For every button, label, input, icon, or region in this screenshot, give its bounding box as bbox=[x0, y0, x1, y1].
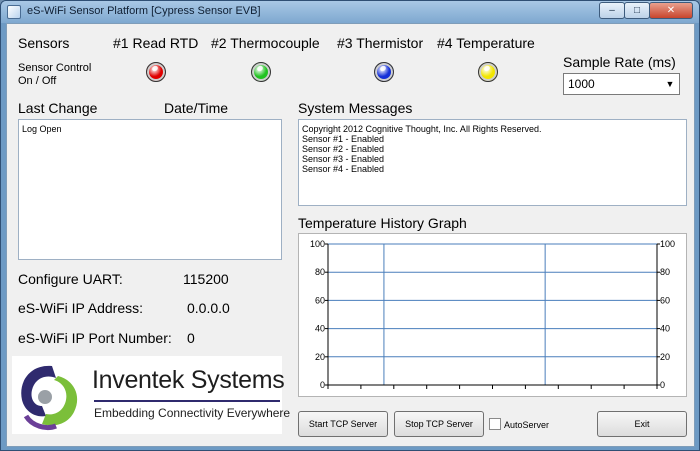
ip-address-label: eS-WiFi IP Address: bbox=[18, 300, 144, 316]
graph-y-tick-right: 40 bbox=[660, 324, 670, 334]
sensors-heading: Sensors bbox=[18, 35, 70, 51]
sensor-4-label: #4 Temperature bbox=[437, 35, 535, 51]
graph-plot: 0 0 20 20 40 40 60 60 80 80 100 100 bbox=[310, 239, 675, 390]
autoserver-checkbox[interactable] bbox=[489, 418, 501, 430]
sample-rate-select[interactable]: 1000 ▼ bbox=[563, 73, 680, 95]
app-window: eS-WiFi Sensor Platform [Cypress Sensor … bbox=[0, 0, 700, 451]
graph-y-tick-right: 20 bbox=[660, 352, 670, 362]
sensor-1-toggle-led[interactable] bbox=[146, 62, 166, 82]
graph-title: Temperature History Graph bbox=[298, 215, 467, 231]
sensor-3-label: #3 Thermistor bbox=[337, 35, 424, 51]
logo-divider bbox=[94, 400, 280, 402]
message-line: Copyright 2012 Cognitive Thought, Inc. A… bbox=[302, 124, 542, 134]
ip-port-label: eS-WiFi IP Port Number: bbox=[18, 330, 172, 346]
sensor-1-label: #1 Read RTD bbox=[113, 35, 199, 51]
graph-y-tick-left: 0 bbox=[320, 380, 325, 390]
sensor-2-toggle-led[interactable] bbox=[251, 62, 271, 82]
window-title: eS-WiFi Sensor Platform [Cypress Sensor … bbox=[27, 5, 261, 17]
stop-tcp-server-button[interactable]: Stop TCP Server bbox=[394, 411, 484, 437]
main-panel: Sensors #1 Read RTD #2 Thermocouple #3 T… bbox=[6, 23, 695, 447]
close-button[interactable]: ✕ bbox=[649, 2, 693, 19]
ip-port-value: 0 bbox=[187, 330, 195, 346]
graph-y-tick-left: 100 bbox=[310, 239, 325, 249]
uart-value: 115200 bbox=[183, 271, 229, 287]
message-line: Sensor #2 - Enabled bbox=[302, 144, 385, 154]
uart-label: Configure UART: bbox=[18, 271, 123, 287]
sample-rate-label: Sample Rate (ms) bbox=[563, 54, 676, 70]
graph-y-tick-right: 100 bbox=[660, 239, 675, 249]
sensor-4-toggle-led[interactable] bbox=[478, 62, 498, 82]
date-time-header: Date/Time bbox=[164, 100, 229, 116]
graph-y-tick-right: 60 bbox=[660, 295, 670, 305]
sensor-2-label: #2 Thermocouple bbox=[211, 35, 320, 51]
graph-y-tick-right: 0 bbox=[660, 380, 665, 390]
temperature-history-graph: 0 0 20 20 40 40 60 60 80 80 100 100 bbox=[298, 233, 687, 397]
minimize-button[interactable]: – bbox=[599, 2, 625, 19]
start-tcp-server-button[interactable]: Start TCP Server bbox=[298, 411, 388, 437]
ip-address-value: 0.0.0.0 bbox=[187, 300, 230, 316]
maximize-button[interactable]: □ bbox=[624, 2, 650, 19]
autoserver-label: AutoServer bbox=[504, 420, 550, 430]
company-logo: Inventek Systems Embedding Connectivity … bbox=[12, 356, 290, 434]
title-bar[interactable]: eS-WiFi Sensor Platform [Cypress Sensor … bbox=[1, 1, 699, 23]
log-line: Log Open bbox=[22, 124, 62, 134]
window-controls: – □ ✕ bbox=[599, 2, 693, 20]
system-messages-header: System Messages bbox=[298, 100, 413, 116]
sample-rate-value: 1000 bbox=[568, 77, 595, 91]
graph-y-tick-left: 40 bbox=[315, 324, 325, 334]
graph-y-tick-right: 80 bbox=[660, 267, 670, 277]
sensor-control-sublabel: On / Off bbox=[18, 75, 57, 87]
message-line: Sensor #1 - Enabled bbox=[302, 134, 385, 144]
company-name: Inventek Systems bbox=[92, 366, 285, 394]
app-icon bbox=[7, 5, 21, 19]
chevron-down-icon[interactable]: ▼ bbox=[663, 76, 677, 92]
sensor-3-toggle-led[interactable] bbox=[374, 62, 394, 82]
graph-y-tick-left: 60 bbox=[315, 295, 325, 305]
graph-y-tick-left: 80 bbox=[315, 267, 325, 277]
exit-button[interactable]: Exit bbox=[597, 411, 687, 437]
last-change-header: Last Change bbox=[18, 100, 98, 116]
system-messages-box[interactable]: Copyright 2012 Cognitive Thought, Inc. A… bbox=[298, 119, 687, 206]
graph-y-tick-left: 20 bbox=[315, 352, 325, 362]
message-line: Sensor #3 - Enabled bbox=[302, 154, 385, 164]
last-change-log[interactable]: Log Open bbox=[18, 119, 282, 260]
sensor-control-label: Sensor Control bbox=[18, 62, 92, 74]
company-tagline: Embedding Connectivity Everywhere bbox=[94, 406, 291, 420]
message-line: Sensor #4 - Enabled bbox=[302, 164, 385, 174]
